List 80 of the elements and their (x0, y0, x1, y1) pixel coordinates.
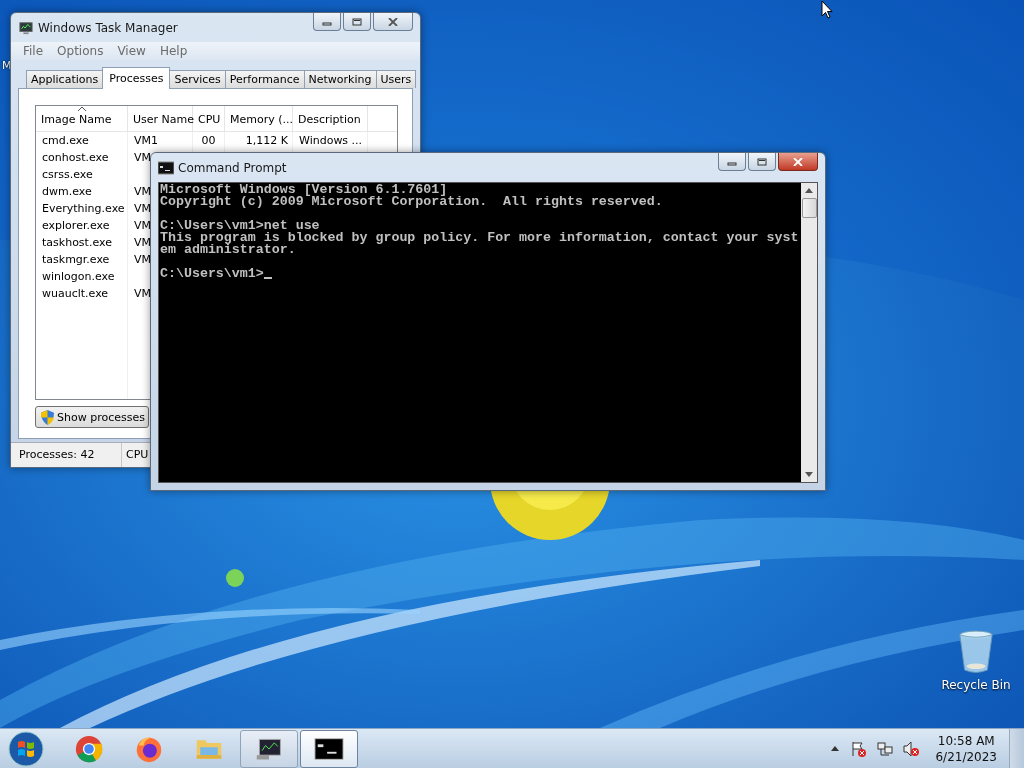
scroll-up-icon[interactable] (805, 188, 813, 193)
console-line: C:\Users\vm1> (160, 268, 264, 280)
table-cell: VM (134, 253, 151, 266)
taskbar-button[interactable] (240, 729, 298, 768)
table-cell: VM (134, 219, 151, 232)
table-cell: Windows ... (299, 134, 363, 147)
maximize-button[interactable] (748, 153, 776, 171)
table-cell: VM (134, 151, 151, 164)
console-icon (158, 160, 174, 175)
scroll-thumb[interactable] (801, 198, 817, 218)
tab[interactable]: Processes (102, 67, 171, 89)
menu-item[interactable]: Help (153, 44, 194, 58)
maximize-icon (352, 17, 362, 26)
console-line: Microsoft Windows [Version 6.1.7601] (160, 184, 448, 196)
console-line: em administrator. (160, 244, 296, 256)
text-cursor (263, 277, 272, 279)
close-icon (793, 157, 803, 166)
table-cell: 00 (201, 134, 216, 147)
column-header[interactable]: Memory (... (225, 106, 293, 131)
mouse-pointer-icon (821, 0, 833, 19)
column-header[interactable]: CPU (193, 106, 225, 131)
maximize-icon (757, 157, 767, 166)
table-cell: taskmgr.exe (42, 253, 110, 266)
shield-icon (41, 409, 54, 425)
minimize-button[interactable] (718, 153, 746, 171)
table-cell: explorer.exe (42, 219, 110, 232)
console-line: This program is blocked by group policy. For more information, contact your syst (160, 232, 799, 244)
column-header[interactable]: Description (293, 106, 368, 131)
table-cell: winlogon.exe (42, 270, 115, 283)
window-title: Windows Task Manager (38, 20, 178, 35)
icon-label[interactable]: Recycle Bin (941, 678, 1011, 692)
column-header[interactable]: Image Name (36, 106, 128, 131)
table-cell: dwm.exe (42, 185, 92, 198)
table-cell: conhost.exe (42, 151, 109, 164)
close-icon (388, 17, 398, 26)
recycle-bin-icon[interactable] (957, 630, 995, 674)
tab[interactable]: Networking (303, 70, 377, 88)
table-cell: Everything.exe (42, 202, 125, 215)
network-icon[interactable] (877, 740, 894, 757)
chrome-icon (74, 734, 104, 763)
table-cell: csrss.exe (42, 168, 93, 181)
status-text: CPU (125, 447, 150, 463)
tab[interactable]: Users (375, 70, 417, 88)
menu-item[interactable]: View (111, 44, 152, 58)
status-text: Processes: 42 (11, 443, 122, 467)
table-cell: cmd.exe (42, 134, 89, 147)
minimize-button[interactable] (313, 13, 341, 31)
table-cell: 1,112 K (245, 134, 288, 147)
tab[interactable]: Applications (26, 70, 104, 88)
window-title: Command Prompt (178, 160, 287, 175)
menu-item[interactable]: File (17, 44, 50, 58)
speaker-muted-icon[interactable] (903, 740, 920, 757)
table-cell: taskhost.exe (42, 236, 112, 249)
table-cell: wuauclt.exe (42, 287, 109, 300)
scrollbar[interactable] (801, 183, 817, 482)
clock-date[interactable]: 6/21/2023 (935, 748, 997, 765)
tab[interactable]: Performance (224, 70, 305, 88)
show-hidden-icons-icon[interactable] (831, 746, 840, 751)
maximize-button[interactable] (343, 13, 371, 31)
table-cell: VM (134, 287, 151, 300)
show-processes-button[interactable]: Show processes (35, 406, 149, 428)
flag-alert-icon[interactable] (851, 740, 868, 757)
menu-item[interactable]: Options (51, 44, 110, 58)
column-header[interactable]: User Name (128, 106, 193, 131)
sort-caret-icon (77, 107, 86, 111)
clock-time[interactable]: 10:58 AM (937, 732, 995, 749)
taskbar-button[interactable] (300, 729, 358, 768)
console-line: C:\Users\vm1>net use (160, 220, 320, 232)
table-cell: VM1 (134, 134, 158, 147)
start-orb-icon[interactable] (8, 730, 44, 767)
close-button[interactable] (778, 153, 818, 171)
table-cell: VM (134, 236, 151, 249)
icon-label[interactable]: M (2, 59, 12, 72)
scroll-down-icon[interactable] (805, 472, 813, 477)
tab[interactable]: Services (169, 70, 226, 88)
table-cell: VM (134, 185, 151, 198)
close-button[interactable] (373, 13, 413, 31)
table-cell: VM (134, 202, 151, 215)
console-line: Copyright (c) 2009 Microsoft Corporation. All rights reserved. (160, 196, 663, 208)
monitor-icon (18, 20, 34, 35)
